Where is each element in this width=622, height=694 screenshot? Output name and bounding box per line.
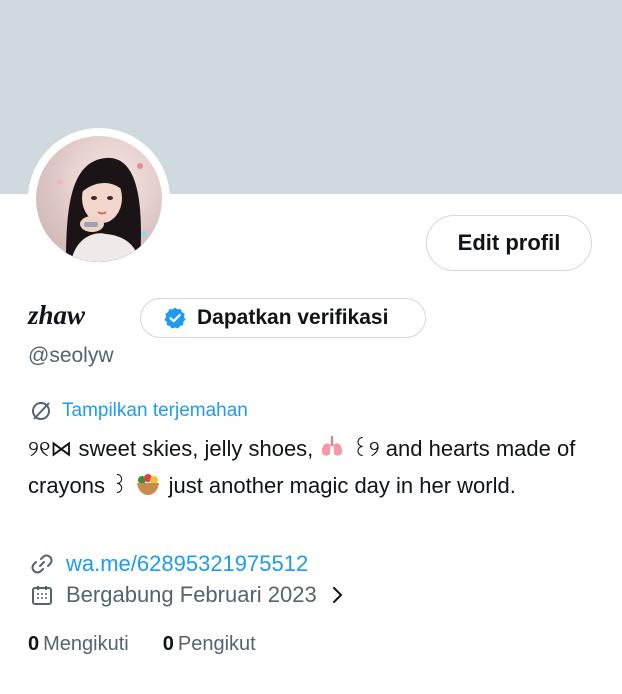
get-verified-button[interactable]: Dapatkan verifikasi: [140, 298, 426, 338]
display-name: zhaw: [28, 300, 86, 330]
followers-label: Pengikut: [177, 633, 256, 655]
profile-bio: ୨୧⋈ sweet skies, jelly shoes, ꒰୨ and hea…: [28, 432, 608, 506]
bio-text-3: just another magic day in her world.: [162, 473, 516, 498]
avatar-ring: [28, 128, 170, 270]
follow-stats: 0 Mengikuti 0 Pengikut: [28, 633, 256, 656]
joined-date: Bergabung Februari 2023: [30, 582, 347, 608]
verified-badge-icon: [164, 307, 186, 329]
following-count: 0: [28, 633, 40, 655]
translate-link[interactable]: Tampilkan terjemahan: [30, 400, 248, 422]
followers-stat[interactable]: 0 Pengikut: [163, 633, 256, 656]
lungs-emoji-icon: [319, 434, 345, 469]
bowl-emoji-icon: [134, 471, 162, 506]
profile-link-text[interactable]: wa.me/62895321975512: [66, 551, 308, 577]
avatar[interactable]: [36, 136, 162, 262]
following-label: Mengikuti: [43, 633, 129, 655]
calendar-icon: [32, 586, 52, 605]
link-icon: [31, 554, 53, 574]
following-stat[interactable]: 0 Mengikuti: [28, 633, 129, 656]
chevron-right-icon[interactable]: [329, 584, 347, 606]
get-verified-label: Dapatkan verifikasi: [197, 306, 389, 329]
profile-link[interactable]: wa.me/62895321975512: [30, 551, 308, 577]
joined-label: Bergabung Februari 2023: [66, 582, 317, 607]
followers-count: 0: [162, 633, 174, 655]
avatar-photo: [57, 157, 147, 262]
edit-profile-button[interactable]: Edit profil: [426, 215, 592, 271]
translate-icon: [32, 402, 50, 420]
username-handle: @seolyw: [28, 344, 114, 367]
bio-text-1: ୨୧⋈ sweet skies, jelly shoes,: [28, 436, 320, 461]
translate-label: Tampilkan terjemahan: [62, 400, 248, 421]
